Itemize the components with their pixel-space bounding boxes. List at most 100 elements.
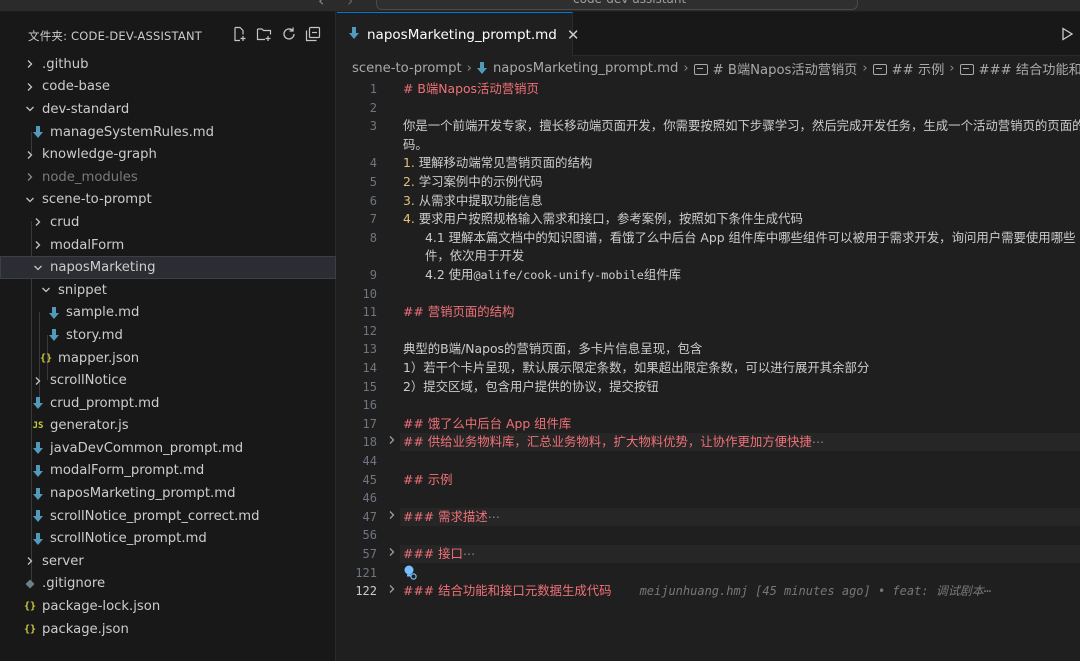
tree-folder-dev-standard[interactable]: dev-standard (0, 98, 336, 121)
markdown-file-icon (30, 124, 46, 140)
tree-folder-crud[interactable]: crud (0, 211, 336, 234)
refresh-icon[interactable] (280, 25, 298, 43)
markdown-icon (349, 26, 359, 43)
code-line: ### 需求描述⋯ (403, 508, 501, 524)
symbol-string-icon (959, 63, 974, 75)
tree-folder-scene-to-prompt[interactable]: scene-to-prompt (0, 189, 336, 212)
line-number: 3 (369, 119, 377, 134)
forward-icon[interactable]: › (347, 0, 353, 10)
tree-folder-modalForm[interactable]: modalForm (0, 234, 336, 257)
code-line: 4. 要求用户按照规格输入需求和接口，参考案例，按照如下条件生成代码 (403, 211, 803, 227)
close-icon[interactable]: ✕ (567, 26, 580, 44)
line-number: 7 (369, 212, 377, 227)
chevron-down-icon (30, 260, 46, 276)
tree-item-label: sample.md (66, 305, 140, 321)
chevron-right-icon: › (949, 60, 955, 76)
chevron-right-icon (30, 214, 46, 230)
tree-file-scrollNotice-prompt-correct[interactable]: scrollNotice_prompt_correct.md (0, 505, 336, 528)
tree-file-manageSystemRules[interactable]: manageSystemRules.md (0, 121, 336, 144)
explorer-title: 文件夹: CODE-DEV-ASSISTANT (28, 29, 202, 43)
markdown-file-icon (30, 440, 46, 456)
tree-folder-github[interactable]: .github (0, 53, 336, 76)
explorer-header: 文件夹: CODE-DEV-ASSISTANT (0, 25, 336, 45)
symbol-string-icon (872, 63, 887, 75)
chevron-right-icon (22, 56, 38, 72)
tree-item-label: naposMarketing (50, 260, 156, 276)
line-number: 13 (362, 342, 377, 357)
breadcrumb-symbol[interactable]: # B端Napos活动营销页 (693, 59, 857, 78)
tree-folder-knowledge-graph[interactable]: knowledge-graph (0, 143, 336, 166)
code-line: ## 示例 (403, 471, 453, 487)
markdown-file-icon (30, 486, 46, 502)
tree-file-scrollNotice-prompt[interactable]: scrollNotice_prompt.md (0, 527, 336, 550)
line-number: 14 (362, 361, 377, 375)
tree-file-crud-prompt[interactable]: crud_prompt.md (0, 392, 336, 415)
git-blame-annotation: meijunhuang.hmj [45 minutes ago] • feat:… (639, 584, 991, 599)
symbol-string-icon (693, 63, 708, 75)
code-line: ## 饿了么中后台 App 组件库 (403, 415, 572, 431)
markdown-file-icon (30, 508, 46, 524)
line-number: 5 (369, 175, 377, 189)
fold-chevron-icon[interactable] (386, 546, 398, 560)
tree-item-label: modalForm_prompt.md (50, 463, 205, 479)
tree-folder-naposMarketing[interactable]: naposMarketing (0, 256, 336, 279)
fold-chevron-icon[interactable] (386, 583, 398, 597)
code-line: 4.1 理解本篇文档中的知识图谱，看饿了么中后台 App 组件库中哪些组件可以被… (425, 229, 1076, 245)
chevron-right-icon: › (683, 60, 689, 76)
tree-file-javaDevCommon-prompt[interactable]: javaDevCommon_prompt.md (0, 437, 336, 460)
json-file-icon: {} (23, 623, 37, 635)
file-tree: .github code-base dev-standard manageSys… (0, 53, 336, 640)
chevron-right-icon (22, 169, 38, 185)
tree-file-package[interactable]: {} package.json (0, 618, 336, 641)
chevron-right-icon: › (862, 60, 868, 76)
tree-file-modalForm-prompt[interactable]: modalForm_prompt.md (0, 460, 336, 483)
json-file-icon: {} (23, 601, 37, 613)
breadcrumb-folder[interactable]: scene-to-prompt (352, 61, 462, 76)
tree-file-sample[interactable]: sample.md (0, 302, 336, 325)
tree-folder-snippet[interactable]: snippet (0, 279, 336, 302)
breadcrumb-symbol[interactable]: ## 示例 (872, 59, 944, 78)
line-number: 57 (362, 547, 377, 561)
collapse-all-icon[interactable] (304, 25, 322, 43)
fold-chevron-icon[interactable] (386, 434, 398, 448)
back-icon[interactable]: ‹ (318, 0, 324, 10)
tree-file-generator[interactable]: JS generator.js (0, 415, 336, 438)
code-line: ## 营销页面的结构 (403, 304, 515, 320)
tree-folder-scrollNotice[interactable]: scrollNotice (0, 369, 336, 392)
new-file-icon[interactable] (230, 25, 248, 43)
tree-file-package-lock[interactable]: {} package-lock.json (0, 595, 336, 618)
breadcrumb-file[interactable]: naposMarketing_prompt.md (476, 61, 678, 76)
tree-file-story[interactable]: story.md (0, 324, 336, 347)
line-number: 17 (362, 416, 377, 431)
tree-item-label: story.md (66, 327, 123, 343)
javascript-file-icon: JS (32, 420, 44, 431)
tree-item-label: mapper.json (58, 350, 140, 366)
run-icon[interactable] (1060, 26, 1074, 45)
code-line: 1. 理解移动端常见营销页面的结构 (403, 155, 593, 171)
tree-folder-server[interactable]: server (0, 550, 336, 573)
tree-file-naposMarketing-prompt[interactable]: naposMarketing_prompt.md (0, 482, 336, 505)
breadcrumb-symbol[interactable]: ### 结合功能和接 (959, 59, 1080, 78)
tab-naposMarketing-prompt[interactable]: naposMarketing_prompt.md ✕ (337, 12, 579, 56)
tree-item-label: knowledge-graph (42, 147, 157, 163)
tree-item-label: package.json (42, 621, 129, 637)
tree-file-gitignore[interactable]: .gitignore (0, 573, 336, 596)
command-center[interactable]: code-dev-assistant (376, 0, 858, 10)
folded-region-highlight (400, 545, 1080, 563)
fold-chevron-icon[interactable] (386, 509, 398, 523)
tree-folder-code-base[interactable]: code-base (0, 76, 336, 99)
new-folder-icon[interactable] (255, 25, 273, 43)
code-line: 你是一个前端开发专家，擅长移动端页面开发，你需要按照如下步骤学习，然后完成开发任… (403, 118, 1080, 134)
chevron-down-icon (22, 101, 38, 117)
line-number: 6 (369, 193, 377, 208)
tree-file-mapper[interactable]: {} mapper.json (0, 347, 336, 370)
title-bar: ‹ › code-dev-assistant (0, 0, 1080, 12)
chevron-right-icon: › (466, 60, 472, 76)
tree-folder-node-modules[interactable]: node_modules (0, 166, 336, 189)
line-number: 8 (369, 230, 377, 245)
tree-item-label: server (42, 553, 84, 569)
explorer-sidebar: 文件夹: CODE-DEV-ASSISTANT .github code-bas… (0, 12, 336, 661)
code-line: 典型的B端/Napos的营销页面，多卡片信息呈现，包含 (403, 341, 703, 357)
lightbulb-icon[interactable] (403, 564, 417, 583)
tree-item-label: modalForm (50, 237, 125, 253)
